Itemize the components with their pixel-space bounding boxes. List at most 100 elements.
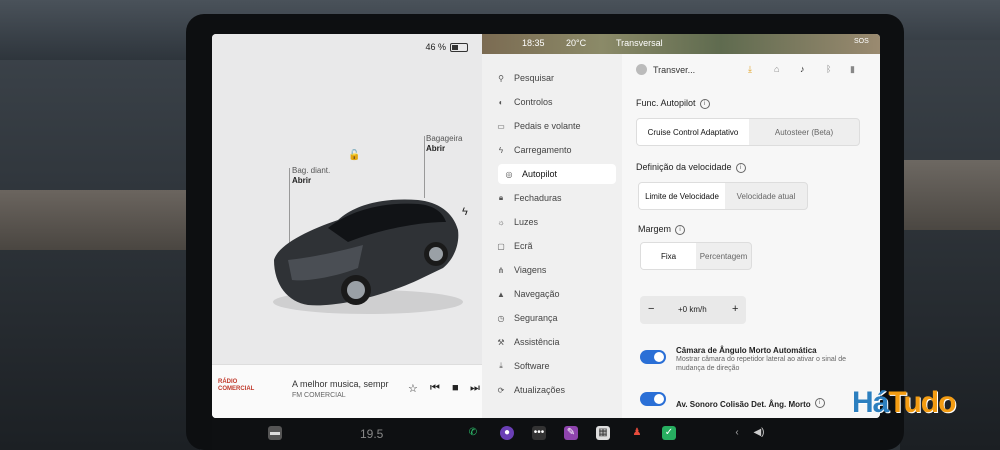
steering-wheel-icon: ◎ (505, 169, 513, 179)
info-icon[interactable]: i (735, 162, 746, 173)
wood-trim-right (900, 160, 1000, 230)
menu-item-software[interactable]: ⤓ Software (496, 356, 612, 376)
next-track-icon[interactable]: ⏭ (470, 382, 480, 395)
option-fixed[interactable]: Fixa (641, 243, 696, 269)
blind-spot-camera-title: Câmara de Ângulo Morto Automática (676, 346, 817, 355)
menu-item-label: Navegação (514, 289, 560, 299)
info-icon[interactable]: i (814, 397, 825, 408)
blind-spot-camera-toggle[interactable] (640, 350, 666, 364)
menu-item-label: Segurança (514, 313, 558, 323)
media-player: RÁDIO COMERCIAL A melhor musica, sempr F… (212, 364, 482, 418)
menu-item-label: Atualizações (514, 385, 566, 395)
update-icon: ⟳ (497, 385, 505, 395)
frunk-control[interactable]: Bag. diant. Abrir (292, 166, 330, 186)
battery-icon (450, 42, 468, 52)
hatudo-watermark: HáTudo (852, 386, 956, 420)
menu-item-luzes[interactable]: ☼ Luzes (496, 212, 612, 232)
speed-definition-selector: Limite de Velocidade Velocidade atual (638, 182, 808, 210)
avatar (636, 64, 647, 75)
margin-title-text: Margem (638, 224, 672, 234)
autopilot-feature-selector: Cruise Control Adaptativo Autosteer (Bet… (636, 118, 860, 146)
screen-icon: ▢ (497, 241, 505, 251)
cabin-temperature[interactable]: 19.5 (360, 427, 383, 441)
decrease-button[interactable]: − (648, 303, 654, 315)
joystick-icon[interactable]: ♟ (630, 426, 644, 440)
favorite-star-icon[interactable]: ☆ (408, 382, 418, 395)
lock-icon: 🔒︎ (498, 193, 504, 202)
stop-icon[interactable]: ■ (452, 382, 459, 394)
bluetooth-icon[interactable]: ᛒ (826, 64, 831, 74)
station-name: FM COMERCIAL (292, 392, 346, 399)
signal-icon[interactable]: ▮ (850, 64, 855, 75)
car-visualization-panel: 46 % Bag. diant. Abrir Bagageira Abrir 🔓… (212, 34, 482, 418)
touchscreen: 46 % Bag. diant. Abrir Bagageira Abrir 🔓… (212, 34, 880, 418)
driver-profile[interactable]: Transver... (636, 64, 695, 75)
now-playing-title: A melhor musica, sempr (292, 379, 389, 389)
toggle-icon: ◐ (498, 97, 504, 107)
trunk-open-action[interactable]: Abrir (426, 144, 445, 153)
search-icon: ⚲ (498, 73, 504, 83)
car-icon: ▭ (497, 121, 505, 131)
dashboard-left (0, 60, 200, 450)
menu-item-pedais[interactable]: ▭ Pedais e volante (496, 116, 612, 136)
menu-item-pesquisar[interactable]: ⚲ Pesquisar (496, 68, 612, 88)
car-illustration (273, 199, 463, 314)
toybox-icon[interactable]: ✓ (662, 426, 676, 440)
phone-icon[interactable]: ✆ (466, 426, 480, 440)
bell-icon[interactable]: ♪ (800, 64, 805, 74)
option-speed-limit[interactable]: Limite de Velocidade (639, 183, 725, 209)
option-current-speed[interactable]: Velocidade atual (725, 183, 807, 209)
menu-item-assistencia[interactable]: ⚒ Assistência (496, 332, 612, 352)
menu-item-label: Autopilot (522, 169, 558, 179)
settings-menu: ⚲ Pesquisar ◐ Controlos ▭ Pedais e volante … (482, 54, 622, 418)
home-icon[interactable]: ⌂ (774, 64, 779, 74)
outside-temperature: 20°C (566, 38, 587, 48)
menu-item-fechaduras[interactable]: 🔒︎ Fechaduras (496, 188, 612, 208)
volume-icon[interactable]: ◀) (752, 426, 766, 440)
menu-item-atualizacoes[interactable]: ⟳ Atualizações (496, 380, 612, 400)
option-cruise-control[interactable]: Cruise Control Adaptativo (637, 119, 749, 145)
trunk-leader-line (424, 136, 425, 198)
autopilot-feature-title-text: Func. Autopilot (636, 98, 696, 108)
info-icon[interactable]: i (699, 98, 710, 109)
clock: 18:35 (522, 38, 545, 48)
previous-track-icon[interactable]: ⏮ (430, 382, 440, 395)
car-menu-icon[interactable]: ▬ (268, 426, 282, 440)
camera-icon[interactable]: ● (500, 426, 514, 440)
menu-item-navegacao[interactable]: ▲ Navegação (496, 284, 612, 304)
menu-item-seguranca[interactable]: ◷ Segurança (496, 308, 612, 328)
autopilot-settings-panel: Transver... ⤓ ⌂ ♪ ᛒ ▮ Func. Autopilot i C… (622, 54, 880, 418)
calendar-icon[interactable]: ▦ (596, 426, 610, 440)
chevron-left-icon[interactable]: ‹ (730, 426, 744, 440)
info-icon[interactable]: i (675, 224, 686, 235)
unlock-icon[interactable]: 🔓 (348, 150, 360, 161)
option-percentage[interactable]: Percentagem (696, 243, 751, 269)
menu-item-viagens[interactable]: ⋔ Viagens (496, 260, 612, 280)
more-apps-icon[interactable]: ••• (532, 426, 546, 440)
menu-item-label: Assistência (514, 337, 560, 347)
menu-item-carregamento[interactable]: ϟ Carregamento (496, 140, 612, 160)
navigation-icon: ▲ (497, 289, 505, 299)
option-autosteer[interactable]: Autosteer (Beta) (749, 119, 859, 145)
margin-value: +0 km/h (678, 305, 707, 314)
menu-item-label: Controlos (514, 97, 553, 107)
route-icon: ⋔ (497, 265, 505, 275)
menu-item-label: Luzes (514, 217, 539, 227)
trunk-control[interactable]: Bagageira Abrir (426, 134, 462, 154)
download-icon[interactable]: ⤓ (748, 64, 752, 75)
margin-title: Margem i (638, 224, 686, 235)
blind-spot-camera-setting: Câmara de Ângulo Morto Automática Mostra… (676, 346, 866, 373)
sketchpad-icon[interactable]: ✎ (564, 426, 578, 440)
menu-item-label: Carregamento (514, 145, 572, 155)
frunk-open-action[interactable]: Abrir (292, 176, 311, 185)
blind-spot-chime-toggle[interactable] (640, 392, 666, 406)
menu-item-controlos[interactable]: ◐ Controlos (496, 92, 612, 112)
margin-stepper: − +0 km/h + (640, 296, 746, 324)
menu-item-autopilot[interactable]: ◎ Autopilot (498, 164, 616, 184)
sun-icon: ☼ (497, 217, 505, 227)
menu-item-ecra[interactable]: ▢ Ecrã (496, 236, 612, 256)
menu-item-label: Ecrã (514, 241, 533, 251)
sos-label[interactable]: SOS (854, 38, 869, 45)
menu-item-label: Pesquisar (514, 73, 555, 83)
increase-button[interactable]: + (732, 303, 738, 315)
